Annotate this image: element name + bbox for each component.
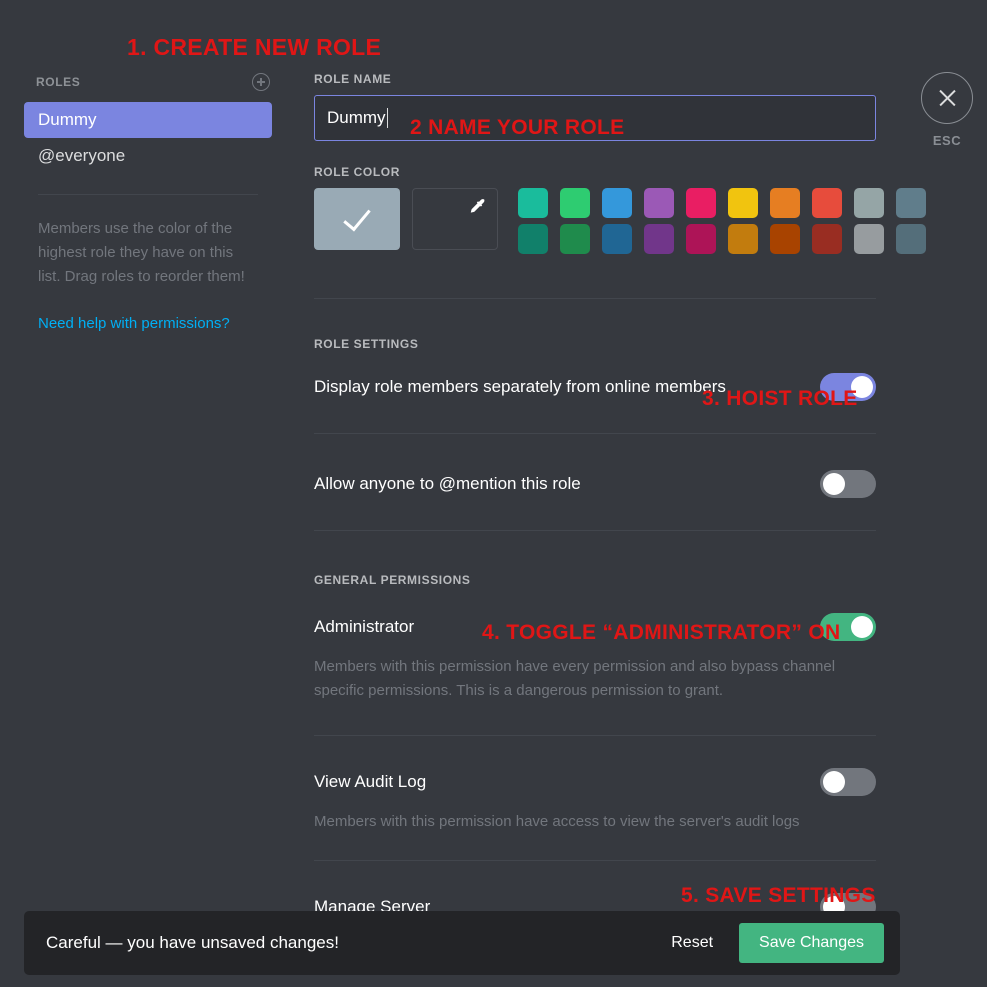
toggle-knob [823,473,845,495]
color-swatch[interactable] [560,188,590,218]
permission-description: Members with this permission have every … [314,658,836,699]
sidebar-item-role-dummy[interactable]: Dummy [24,102,272,138]
color-swatch[interactable] [728,188,758,218]
color-swatch[interactable] [644,224,674,254]
color-swatch[interactable] [518,188,548,218]
color-swatch[interactable] [686,224,716,254]
sidebar-item-role-everyone[interactable]: @everyone [24,138,272,174]
discord-role-settings-modal: ROLES Dummy @everyone Members use the co… [0,0,987,987]
unsaved-changes-message: Careful — you have unsaved changes! [46,933,339,952]
toggle-knob [851,616,873,638]
permission-title: View Audit Log [314,772,427,791]
permission-header: View Audit Log [314,762,876,802]
role-name-label: ROLE NAME [314,72,392,86]
divider [314,860,876,861]
divider [314,433,876,434]
role-settings-panel: ROLE NAME Dummy ROLE COLOR ROLE SETTINGS… [314,72,926,959]
color-swatch[interactable] [854,188,884,218]
roles-help-text: Members use the color of the highest rol… [38,220,245,285]
plus-circle-icon[interactable] [252,73,270,91]
color-swatch[interactable] [560,224,590,254]
color-swatch[interactable] [896,188,926,218]
esc-label: ESC [932,133,962,148]
annotation-step-3: 3. HOIST ROLE [702,387,858,410]
divider [314,735,876,736]
color-swatch[interactable] [896,224,926,254]
toggle-view-audit-log[interactable] [820,768,876,796]
color-swatch[interactable] [602,224,632,254]
toggle-allow-mention[interactable] [820,470,876,498]
sidebar-divider [38,194,258,195]
setting-title: Display role members separately from onl… [314,377,726,396]
role-name-value: Dummy [327,108,386,127]
text-caret [386,108,388,128]
annotation-step-2: 2 NAME YOUR ROLE [410,116,625,139]
roles-sidebar: ROLES Dummy @everyone Members use the co… [24,72,272,332]
toggle-knob [823,771,845,793]
role-settings-label: ROLE SETTINGS [314,337,419,351]
role-color-label: ROLE COLOR [314,165,400,179]
check-icon [343,202,371,231]
color-swatch-grid [518,188,926,254]
permission-description: Members with this permission have access… [314,813,800,830]
role-label: Dummy [38,110,97,129]
color-swatch[interactable] [770,224,800,254]
color-swatch[interactable] [686,188,716,218]
color-swatch[interactable] [644,188,674,218]
unsaved-changes-bar: Careful — you have unsaved changes! Rese… [24,911,900,975]
close-icon [921,72,973,124]
roles-header-label: ROLES [36,75,81,89]
annotation-step-1: 1. CREATE NEW ROLE [127,34,382,60]
divider [314,298,876,299]
color-swatch[interactable] [854,224,884,254]
annotation-step-4: 4. TOGGLE “ADMINISTRATOR” ON [482,621,841,644]
eyedropper-icon [470,198,485,213]
color-swatch[interactable] [728,224,758,254]
color-swatch[interactable] [812,224,842,254]
divider [314,530,876,531]
default-color-swatch[interactable] [314,188,400,250]
permission-title: Administrator [314,617,415,636]
custom-color-swatch[interactable] [412,188,498,250]
permission-view-audit-log: View Audit Log Members with this permiss… [314,762,876,834]
roles-header: ROLES [24,72,272,92]
setting-row-mentionable: Allow anyone to @mention this role [314,464,876,504]
color-swatch[interactable] [518,224,548,254]
setting-title: Allow anyone to @mention this role [314,474,581,493]
annotation-step-5: 5. SAVE SETTINGS [681,884,876,907]
reset-button[interactable]: Reset [671,934,713,952]
permissions-help-link[interactable]: Need help with permissions? [38,315,258,332]
general-permissions-label: GENERAL PERMISSIONS [314,573,471,587]
color-swatch[interactable] [602,188,632,218]
role-label: @everyone [38,146,126,165]
close-modal-button[interactable]: ESC [921,72,973,148]
color-swatch[interactable] [770,188,800,218]
role-color-picker [314,188,926,254]
save-changes-button[interactable]: Save Changes [739,923,884,963]
color-swatch[interactable] [812,188,842,218]
